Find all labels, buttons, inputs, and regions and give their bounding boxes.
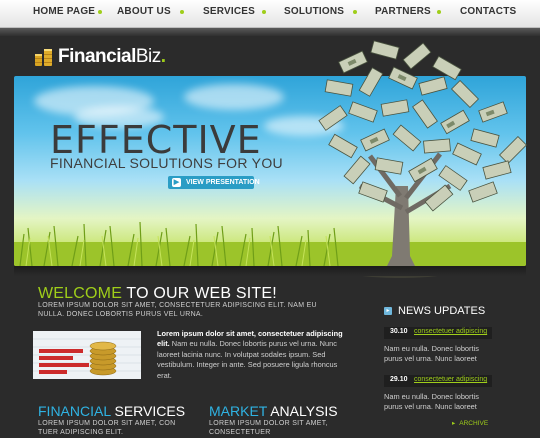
view-presentation-button[interactable]: ▶ VIEW PRESENTATION [168,176,260,189]
news-heading-text: NEWS UPDATES [398,305,486,317]
news-item-text: Nam eu nulla. Donec lobortis purus vel u… [384,344,479,364]
news-date: 30.10 [390,328,408,335]
nav-partners[interactable]: PARTNERS [375,0,431,24]
nav-contacts[interactable]: CONTACTS [460,0,516,24]
play-icon: ▶ [172,178,181,187]
coin-stack-icon [35,49,52,66]
view-presentation-label: VIEW PRESENTATION [186,179,260,186]
column-heading-rest: SERVICES [110,403,186,419]
column-heading-highlight: FINANCIAL [38,403,111,419]
welcome-heading-rest: TO OUR WEB SITE! [122,285,277,302]
welcome-heading-highlight: WELCOME [38,285,123,302]
nav-shadow-band [0,28,540,36]
logo-word-financial: Financial [58,46,136,67]
news-link[interactable]: consectetuer adipiscing [414,328,487,335]
cloud-shape [184,84,284,110]
banner-subtitle: FINANCIAL SOLUTIONS FOR YOU [50,155,283,171]
news-item-text: Nam eu nulla. Donec lobortis purus vel u… [384,392,479,412]
archive-link[interactable]: ▸ ARCHIVE [452,419,488,427]
nav-separator-dot [98,10,102,14]
column-heading-rest: ANALYSIS [267,403,338,419]
nav-services[interactable]: SERVICES [203,0,255,24]
market-analysis-heading: MARKET ANALYSIS [209,403,338,419]
banner-shadow [14,266,526,276]
news-item-header: 30.10 consectetuer adipiscing [384,327,492,339]
welcome-intro: LOREM IPSUM DOLOR SIT AMET, CONSECTETUER… [38,302,317,318]
news-item-header: 29.10 consectetuer adipiscing [384,375,492,387]
market-analysis-text: LOREM IPSUM DOLOR SIT AMET, CONSECTETUER [209,420,328,436]
nav-separator-dot [353,10,357,14]
news-link[interactable]: consectetuer adipiscing [414,376,487,383]
column-heading-highlight: MARKET [209,403,268,419]
financial-services-text: LOREM IPSUM DOLOR SIT AMET, CON TUER ADI… [38,420,176,436]
nav-separator-dot [437,10,441,14]
news-date: 29.10 [390,376,408,383]
archive-label: ARCHIVE [459,420,489,427]
finance-chart-thumbnail [33,331,141,379]
logo-text: FinancialBiz. [58,46,166,68]
money-tree-illustration [318,40,528,278]
news-icon: ▸ [384,307,392,315]
welcome-body-rest: Nam eu nulla. Donec lobortis purus vel u… [157,339,338,380]
nav-home[interactable]: HOME PAGE [33,0,95,24]
financial-services-heading: FINANCIAL SERVICES [38,403,185,419]
arrow-right-icon: ▸ [452,420,456,427]
nav-separator-dot [262,10,266,14]
nav-separator-dot [180,10,184,14]
logo-word-biz: Biz [135,46,161,67]
nav-solutions[interactable]: SOLUTIONS [284,0,344,24]
welcome-body: Lorem ipsum dolor sit amet, consectetuer… [157,329,347,381]
top-nav: HOME PAGE ABOUT US SERVICES SOLUTIONS PA… [0,0,540,28]
logo-dot: . [160,46,166,67]
nav-about[interactable]: ABOUT US [117,0,171,24]
